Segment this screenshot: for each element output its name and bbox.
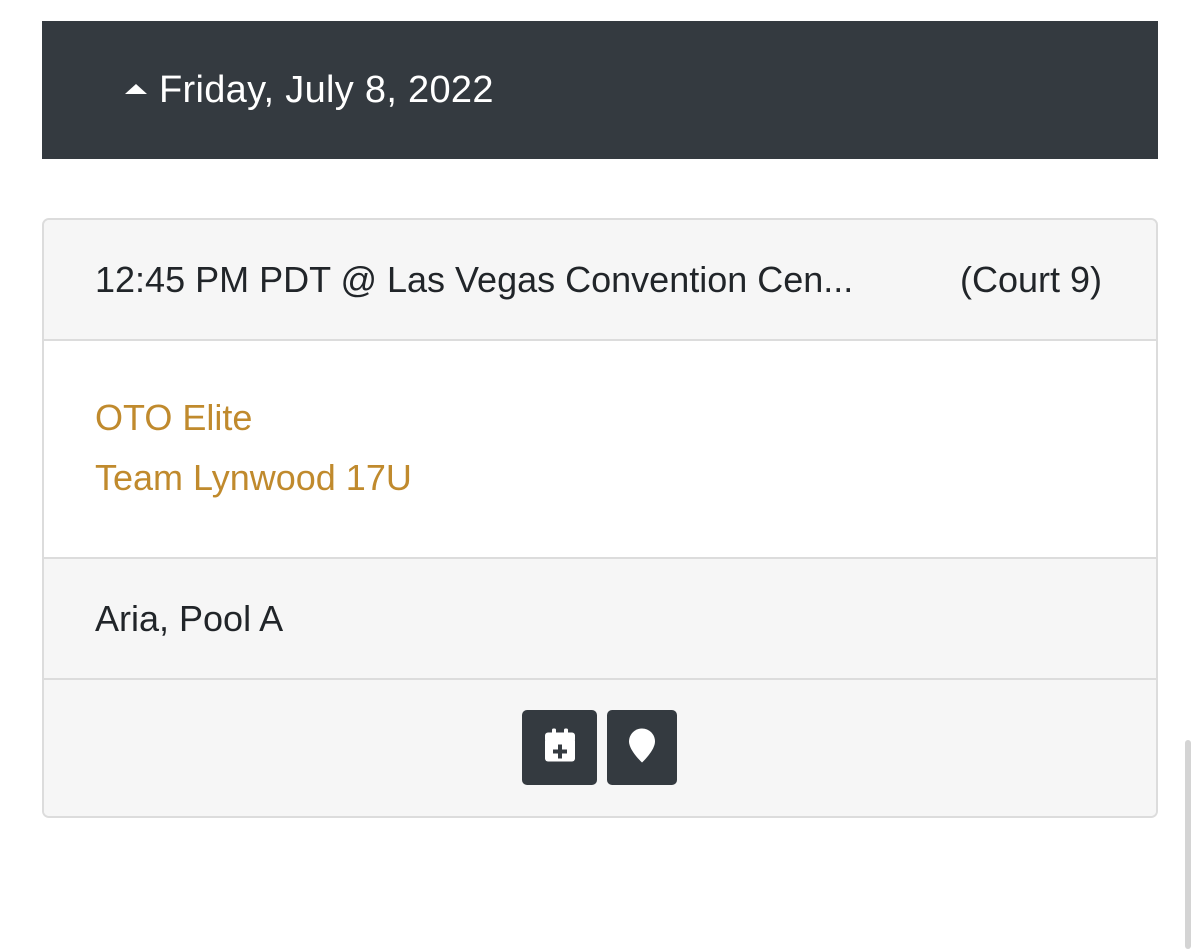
day-title: Friday, July 8, 2022: [159, 68, 494, 111]
game-time-row: 12:45 PM PDT @ Las Vegas Convention Cen.…: [44, 220, 1156, 341]
teams-row: OTO Elite Team Lynwood 17U: [44, 341, 1156, 559]
game-court: (Court 9): [959, 258, 1102, 300]
calendar-plus-icon: [544, 728, 576, 767]
team-link-oto-elite[interactable]: OTO Elite: [95, 397, 252, 439]
add-to-calendar-button[interactable]: [522, 710, 597, 785]
caret-up-icon: [125, 84, 147, 94]
actions-row: [44, 680, 1156, 816]
schedule-page: Friday, July 8, 2022 12:45 PM PDT @ Las …: [0, 0, 1200, 949]
scrollbar[interactable]: [1185, 740, 1191, 949]
game-card: 12:45 PM PDT @ Las Vegas Convention Cen.…: [42, 218, 1158, 818]
pool-row: Aria, Pool A: [44, 559, 1156, 680]
map-location-button[interactable]: [607, 710, 677, 785]
map-marker-icon: [628, 727, 656, 768]
day-header[interactable]: Friday, July 8, 2022: [42, 21, 1158, 159]
game-time-location: 12:45 PM PDT @ Las Vegas Convention Cen.…: [95, 258, 854, 300]
pool-label: Aria, Pool A: [95, 597, 284, 639]
team-link-team-lynwood[interactable]: Team Lynwood 17U: [95, 457, 412, 499]
